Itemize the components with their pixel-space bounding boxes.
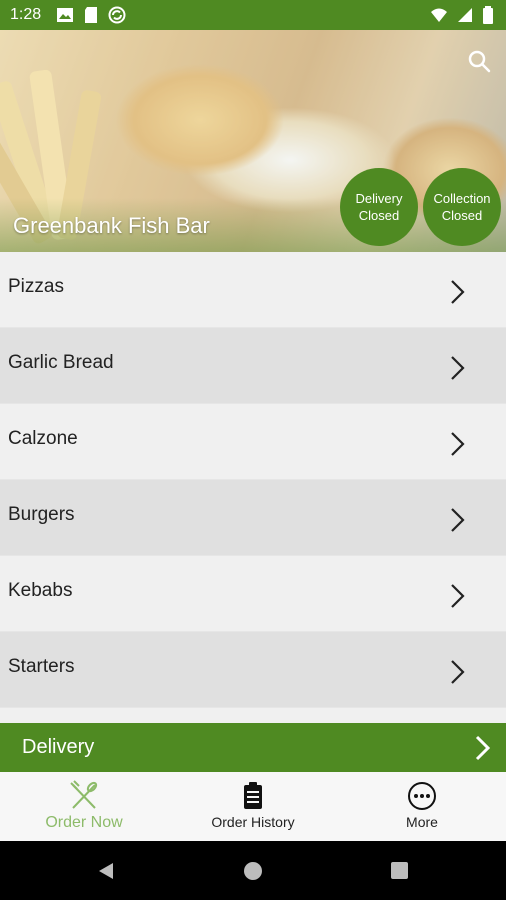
status-icons-right — [430, 6, 494, 24]
category-row-pizzas[interactable]: Pizzas — [0, 252, 506, 328]
category-label: Calzone — [8, 428, 78, 449]
store-hero-image: Greenbank Fish Bar Delivery Closed Colle… — [0, 30, 506, 252]
category-list: Pizzas Garlic Bread Calzone Burgers Keba… — [0, 252, 506, 708]
home-icon[interactable] — [244, 862, 262, 880]
category-label: Kebabs — [8, 580, 73, 601]
nav-order-now[interactable]: Order Now — [0, 772, 168, 841]
delivery-mode-bar[interactable]: Delivery — [0, 723, 506, 772]
nav-more[interactable]: More — [338, 772, 506, 841]
chevron-right-icon — [451, 584, 465, 608]
nav-label: Order History — [211, 814, 295, 830]
back-icon[interactable] — [96, 861, 116, 881]
category-row-garlic-bread[interactable]: Garlic Bread — [0, 328, 506, 404]
status-bar: 1:28 — [0, 0, 506, 30]
recents-icon[interactable] — [391, 862, 408, 879]
chevron-right-icon — [451, 432, 465, 456]
sync-icon — [108, 6, 126, 24]
category-row-calzone[interactable]: Calzone — [0, 404, 506, 480]
more-icon — [408, 782, 436, 810]
category-row-starters[interactable]: Starters — [0, 632, 506, 708]
fork-knife-icon — [70, 780, 98, 809]
collection-status-line1: Collection — [433, 191, 491, 206]
status-icons-left — [56, 6, 126, 24]
category-label: Pizzas — [8, 276, 64, 297]
bottom-navigation: Order Now Order History More — [0, 772, 506, 841]
nav-label: Order Now — [45, 814, 123, 831]
chevron-right-icon — [451, 280, 465, 304]
category-label: Starters — [8, 656, 75, 677]
category-label: Garlic Bread — [8, 352, 114, 373]
chevron-right-icon — [451, 660, 465, 684]
battery-icon — [483, 6, 493, 24]
category-row-burgers[interactable]: Burgers — [0, 480, 506, 556]
chevron-right-icon — [451, 356, 465, 380]
chevron-right-icon — [475, 735, 491, 761]
delivery-status-line1: Delivery — [355, 191, 403, 206]
delivery-status-line2: Closed — [358, 208, 400, 223]
sd-card-icon — [85, 7, 97, 23]
category-label: Burgers — [8, 504, 75, 525]
collection-status-badge: Collection Closed — [423, 168, 501, 246]
collection-status-line2: Closed — [441, 208, 483, 223]
clipboard-icon — [244, 782, 262, 809]
category-row-kebabs[interactable]: Kebabs — [0, 556, 506, 632]
search-icon[interactable] — [466, 48, 492, 74]
nav-label: More — [406, 814, 438, 830]
chevron-right-icon — [451, 508, 465, 532]
delivery-status-badge: Delivery Closed — [340, 168, 418, 246]
signal-icon — [458, 8, 472, 22]
delivery-mode-label: Delivery — [22, 736, 95, 758]
store-name: Greenbank Fish Bar — [13, 213, 210, 238]
image-icon — [57, 8, 73, 22]
wifi-icon — [431, 8, 447, 22]
status-time: 1:28 — [10, 6, 42, 23]
nav-order-history[interactable]: Order History — [169, 772, 337, 841]
system-navigation-bar — [0, 841, 506, 900]
